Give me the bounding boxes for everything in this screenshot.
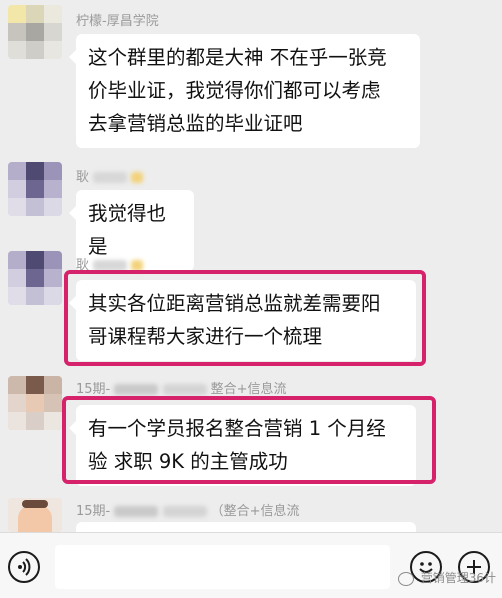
wechat-logo-icon (397, 571, 414, 586)
sender-name: 15期- 整合+信息流 (76, 382, 287, 397)
watermark: 营销管理36计 (397, 569, 496, 586)
avatar[interactable] (8, 376, 62, 430)
redacted-name (114, 384, 159, 395)
redacted-name (162, 506, 207, 517)
redacted-name (114, 506, 159, 517)
voice-icon[interactable] (8, 551, 40, 583)
message-line: 这个群里的都是大神 不在乎一张竞 (88, 46, 387, 69)
avatar[interactable] (8, 162, 62, 216)
avatar[interactable] (8, 5, 62, 59)
message-bubble[interactable]: 这个群里的都是大神 不在乎一张竞 价毕业证，我觉得你们都可以考虑 去拿营销总监的… (69, 34, 420, 148)
sender-name: 柠檬-厚昌学院 (76, 14, 159, 29)
redacted-emoji (131, 172, 144, 183)
message-input[interactable] (55, 545, 390, 589)
sender-name: 15期- （整合+信息流 (76, 504, 300, 519)
message-line: 去拿营销总监的毕业证吧 (88, 112, 303, 135)
message-line: 价毕业证，我觉得你们都可以考虑 (88, 79, 381, 102)
redacted-name (93, 172, 128, 183)
avatar[interactable] (8, 251, 62, 305)
redacted-name (162, 384, 207, 395)
highlight-box (62, 396, 436, 484)
avatar[interactable] (8, 498, 62, 532)
highlight-box (64, 270, 426, 366)
sender-name: 耿 (76, 166, 144, 185)
input-bar: 营销管理36计 (0, 532, 502, 598)
